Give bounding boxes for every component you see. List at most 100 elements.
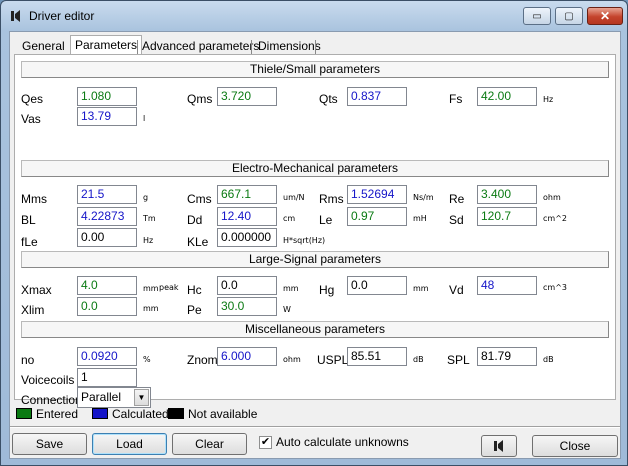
hg-unit: mm xyxy=(413,284,429,293)
pe-label: Pe xyxy=(187,303,202,317)
mms-field[interactable]: 21.5 xyxy=(77,185,137,204)
rms-field[interactable]: 1.52694 xyxy=(347,185,407,204)
speaker-icon xyxy=(494,440,503,452)
vas-label: Vas xyxy=(21,112,41,126)
cms-label: Cms xyxy=(187,192,212,206)
dd-unit: cm xyxy=(283,214,296,223)
window-title: Driver editor xyxy=(29,9,95,23)
section-miscellaneous: Miscellaneous parameters xyxy=(21,321,609,338)
kle-label: KLe xyxy=(187,235,209,249)
rms-label: Rms xyxy=(319,192,344,206)
re-label: Re xyxy=(449,192,465,206)
qms-field[interactable]: 3.720 xyxy=(217,87,277,106)
fle-field[interactable]: 0.00 xyxy=(77,228,137,247)
maximize-icon: ▢ xyxy=(564,10,574,22)
tab-parameters[interactable]: Parameters xyxy=(70,35,143,56)
load-button[interactable]: Load xyxy=(92,433,167,455)
save-button[interactable]: Save xyxy=(12,433,87,455)
fs-label: Fs xyxy=(449,92,463,106)
vd-unit: cm^3 xyxy=(543,283,567,292)
chevron-down-icon[interactable]: ▼ xyxy=(134,389,149,406)
kle-field[interactable]: 0.000000 xyxy=(217,228,277,247)
tab-advanced-parameters[interactable]: Advanced parameters xyxy=(138,38,263,55)
cms-field[interactable]: 667.1 xyxy=(217,185,277,204)
close-icon: ✕ xyxy=(599,9,611,23)
legend-entered: Entered xyxy=(36,407,79,421)
qts-field[interactable]: 0.837 xyxy=(347,87,407,106)
minimize-button[interactable]: ▭ xyxy=(523,7,551,25)
connection-select[interactable]: Parallel ▼ xyxy=(77,387,151,408)
auto-calculate-checkbox[interactable]: ✔ xyxy=(259,436,272,449)
vd-label: Vd xyxy=(449,283,464,297)
connection-label: Connection xyxy=(21,393,82,407)
maximize-button[interactable]: ▢ xyxy=(555,7,583,25)
cms-unit: um/N xyxy=(283,193,305,202)
checkmark-icon: ✔ xyxy=(260,436,271,448)
fs-unit: Hz xyxy=(543,95,554,104)
rms-unit: Ns/m xyxy=(413,193,434,202)
section-large-signal: Large-Signal parameters xyxy=(21,251,609,268)
bl-field[interactable]: 4.22873 xyxy=(77,207,137,226)
no-field[interactable]: 0.0920 xyxy=(77,347,137,366)
legend-not-available: Not available xyxy=(188,407,258,421)
uspl-label: USPL xyxy=(317,353,349,367)
fle-label: fLe xyxy=(21,235,38,249)
bl-unit: Tm xyxy=(143,214,156,223)
calculated-swatch xyxy=(92,408,108,419)
uspl-field[interactable]: 85.51 xyxy=(347,347,407,366)
hg-field[interactable]: 0.0 xyxy=(347,276,407,295)
auto-calculate-label[interactable]: Auto calculate unknowns xyxy=(276,435,409,449)
bl-label: BL xyxy=(21,213,36,227)
entered-swatch xyxy=(16,408,32,419)
clear-button[interactable]: Clear xyxy=(172,433,247,455)
connection-value: Parallel xyxy=(81,390,122,404)
re-unit: ohm xyxy=(543,193,561,202)
tab-separator xyxy=(251,40,252,54)
xlim-field[interactable]: 0.0 xyxy=(77,297,137,316)
legend-calculated: Calculated xyxy=(112,407,169,421)
znom-field[interactable]: 6.000 xyxy=(217,347,277,366)
tab-separator xyxy=(315,40,316,54)
vd-field[interactable]: 48 xyxy=(477,276,537,295)
close-window-button[interactable]: ✕ xyxy=(587,7,623,25)
spl-field[interactable]: 81.79 xyxy=(477,347,537,366)
xlim-label: Xlim xyxy=(21,303,45,317)
pe-unit: W xyxy=(283,305,291,314)
title-bar[interactable]: Driver editor ▭ ▢ ✕ xyxy=(1,1,627,31)
xmax-field[interactable]: 4.0 xyxy=(77,276,137,295)
qms-label: Qms xyxy=(187,92,213,106)
driver-editor-window: Driver editor ▭ ▢ ✕ General Parameters A… xyxy=(0,0,628,466)
voicecoils-label: Voicecoils xyxy=(21,373,75,387)
sd-field[interactable]: 120.7 xyxy=(477,207,537,226)
pe-field[interactable]: 30.0 xyxy=(217,297,277,316)
vas-field[interactable]: 13.79 xyxy=(77,107,137,126)
znom-label: Znom xyxy=(187,353,218,367)
hg-label: Hg xyxy=(319,283,335,297)
minimize-icon: ▭ xyxy=(532,10,542,22)
fs-field[interactable]: 42.00 xyxy=(477,87,537,106)
qes-field[interactable]: 1.080 xyxy=(77,87,137,106)
close-button[interactable]: Close xyxy=(532,435,618,457)
tab-general[interactable]: General xyxy=(18,38,69,55)
spl-label: SPL xyxy=(447,353,470,367)
voicecoils-field[interactable]: 1 xyxy=(77,368,137,387)
speaker-button[interactable] xyxy=(481,435,517,457)
parameters-page: Thiele/Small parameters Qes 1.080 Qms 3.… xyxy=(14,54,616,408)
not-available-swatch xyxy=(168,408,184,419)
dd-field[interactable]: 12.40 xyxy=(217,207,277,226)
uspl-unit: dB xyxy=(413,355,424,364)
section-thiele-small: Thiele/Small parameters xyxy=(21,61,609,78)
mms-label: Mms xyxy=(21,192,47,206)
le-label: Le xyxy=(319,213,333,227)
qes-label: Qes xyxy=(21,92,44,106)
dd-label: Dd xyxy=(187,213,203,227)
hc-label: Hc xyxy=(187,283,202,297)
xmax-label: Xmax xyxy=(21,283,52,297)
client-area: General Parameters Advanced parameters D… xyxy=(9,31,621,459)
le-field[interactable]: 0.97 xyxy=(347,207,407,226)
xmax-unit: mm xyxy=(143,284,159,293)
sd-label: Sd xyxy=(449,213,464,227)
xlim-unit: mm xyxy=(143,304,159,313)
hc-field[interactable]: 0.0 xyxy=(217,276,277,295)
re-field[interactable]: 3.400 xyxy=(477,185,537,204)
